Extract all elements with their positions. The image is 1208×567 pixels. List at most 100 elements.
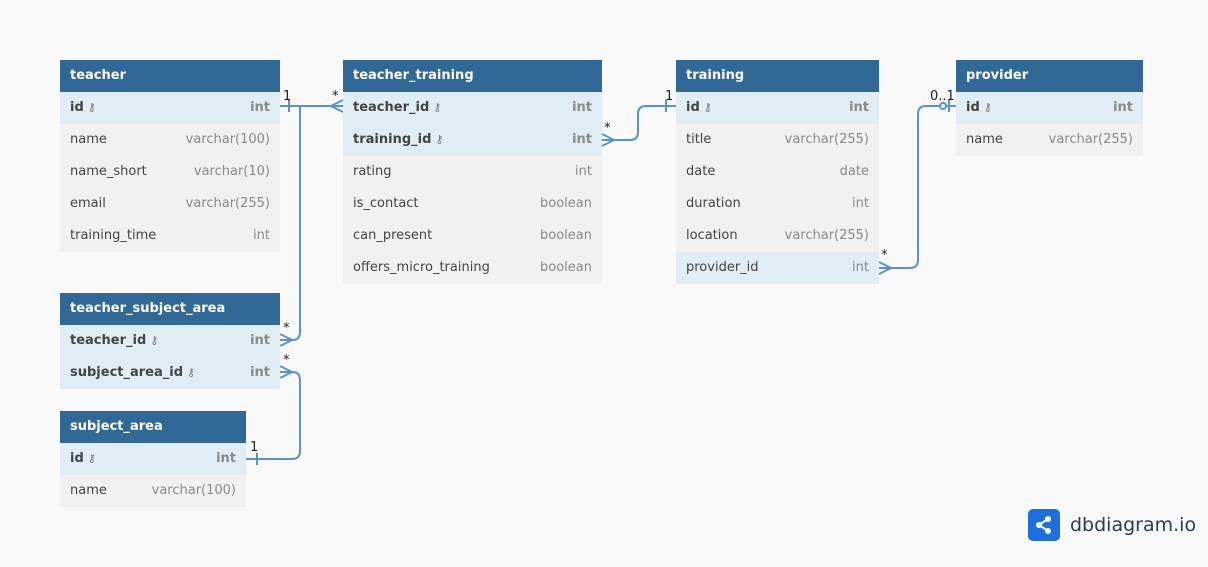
table-field[interactable]: email varchar(255) [60, 188, 280, 220]
table-field[interactable]: name varchar(100) [60, 475, 246, 507]
key-icon: ⚷ [433, 101, 442, 114]
link-training-teacher-training [602, 105, 676, 141]
field-name: location [686, 228, 738, 243]
table-field[interactable]: offers_micro_training boolean [343, 252, 602, 284]
field-type: boolean [540, 196, 592, 211]
field-type: int [852, 260, 869, 275]
cardinality-label: 1 [283, 89, 292, 104]
cardinality-label: * [332, 89, 339, 104]
table-header[interactable]: teacher [60, 60, 280, 92]
field-name: title [686, 132, 712, 147]
table-field[interactable]: rating int [343, 156, 602, 188]
field-name: email [70, 196, 106, 211]
table-header[interactable]: provider [956, 60, 1143, 92]
link-provider-training [879, 105, 956, 269]
field-name: subject_area_id [70, 365, 184, 380]
table-subject-area[interactable]: subject_area id ⚷ int name varchar(100) [60, 411, 246, 507]
key-icon: ⚷ [435, 133, 444, 146]
table-field[interactable]: can_present boolean [343, 220, 602, 252]
brand-logo[interactable]: dbdiagram.io [1028, 509, 1196, 541]
field-name: name [70, 132, 107, 147]
field-name: id [966, 100, 980, 115]
field-name: training_time [70, 228, 157, 243]
field-type: int [250, 100, 270, 115]
table-field[interactable]: subject_area_id ⚷ int [60, 357, 280, 389]
table-field[interactable]: name varchar(100) [60, 124, 280, 156]
table-teacher[interactable]: teacher id ⚷ int name varchar(100) name_s… [60, 60, 280, 252]
table-header[interactable]: teacher_subject_area [60, 293, 280, 325]
field-name: name_short [70, 164, 147, 179]
field-type: int [852, 196, 869, 211]
table-field[interactable]: id ⚷ int [676, 92, 879, 124]
field-type: int [250, 365, 270, 380]
field-name: teacher_id [70, 333, 147, 348]
field-name: provider_id [686, 260, 759, 275]
table-field[interactable]: id ⚷ int [60, 443, 246, 475]
table-field[interactable]: name_short varchar(10) [60, 156, 280, 188]
key-icon: ⚷ [983, 101, 992, 114]
field-type: int [572, 100, 592, 115]
table-field[interactable]: training_id ⚷ int [343, 124, 602, 156]
table-teacher-subject-area[interactable]: teacher_subject_area teacher_id ⚷ int sub… [60, 293, 280, 389]
cardinality-label: 0..1 [930, 89, 955, 104]
field-name: is_contact [353, 196, 419, 211]
cardinality-label: 1 [250, 440, 259, 455]
field-type: varchar(255) [784, 228, 869, 243]
field-type: int [250, 333, 270, 348]
table-header[interactable]: training [676, 60, 879, 92]
table-field[interactable]: teacher_id ⚷ int [343, 92, 602, 124]
field-name: training_id [353, 132, 432, 147]
key-icon: ⚷ [87, 452, 96, 465]
field-type: int [253, 228, 270, 243]
field-name: date [686, 164, 716, 179]
table-field[interactable]: training_time int [60, 220, 280, 252]
field-name: teacher_id [353, 100, 430, 115]
field-type: boolean [540, 228, 592, 243]
field-name: offers_micro_training [353, 260, 490, 275]
table-field[interactable]: date date [676, 156, 879, 188]
cardinality-label: * [604, 121, 611, 136]
field-name: name [966, 132, 1003, 147]
table-field[interactable]: location varchar(255) [676, 220, 879, 252]
table-field[interactable]: duration int [676, 188, 879, 220]
key-icon: ⚷ [703, 101, 712, 114]
field-type: varchar(100) [185, 132, 270, 147]
field-type: int [575, 164, 592, 179]
field-type: varchar(10) [193, 164, 270, 179]
share-icon [1028, 509, 1060, 541]
table-field[interactable]: provider_id int [676, 252, 879, 284]
brand-name: dbdiagram.io [1070, 514, 1197, 536]
key-icon: ⚷ [87, 101, 96, 114]
field-type: varchar(255) [1048, 132, 1133, 147]
field-type: varchar(255) [784, 132, 869, 147]
field-name: duration [686, 196, 741, 211]
cardinality-label: * [881, 248, 888, 263]
key-icon: ⚷ [150, 334, 159, 347]
table-field[interactable]: title varchar(255) [676, 124, 879, 156]
field-name: rating [353, 164, 392, 179]
table-field[interactable]: teacher_id ⚷ int [60, 325, 280, 357]
key-icon: ⚷ [187, 366, 196, 379]
field-name: id [70, 451, 84, 466]
field-type: varchar(255) [185, 196, 270, 211]
cardinality-label: * [283, 321, 290, 336]
field-name: id [686, 100, 700, 115]
table-field[interactable]: id ⚷ int [956, 92, 1143, 124]
table-header[interactable]: subject_area [60, 411, 246, 443]
table-field[interactable]: id ⚷ int [60, 92, 280, 124]
table-field[interactable]: name varchar(255) [956, 124, 1143, 156]
field-type: varchar(100) [151, 483, 236, 498]
field-type: int [572, 132, 592, 147]
cardinality-label: * [283, 353, 290, 368]
field-type: boolean [540, 260, 592, 275]
table-provider[interactable]: provider id ⚷ int name varchar(255) [956, 60, 1143, 156]
cardinality-label: 1 [665, 89, 674, 104]
table-header[interactable]: teacher_training [343, 60, 602, 92]
field-type: int [216, 451, 236, 466]
table-teacher-training[interactable]: teacher_training teacher_id ⚷ int trainin… [343, 60, 602, 284]
field-type: date [839, 164, 869, 179]
table-training[interactable]: training id ⚷ int title varchar(255) date… [676, 60, 879, 284]
link-teacher-teacher-subject-area [280, 105, 301, 341]
table-field[interactable]: is_contact boolean [343, 188, 602, 220]
field-name: id [70, 100, 84, 115]
